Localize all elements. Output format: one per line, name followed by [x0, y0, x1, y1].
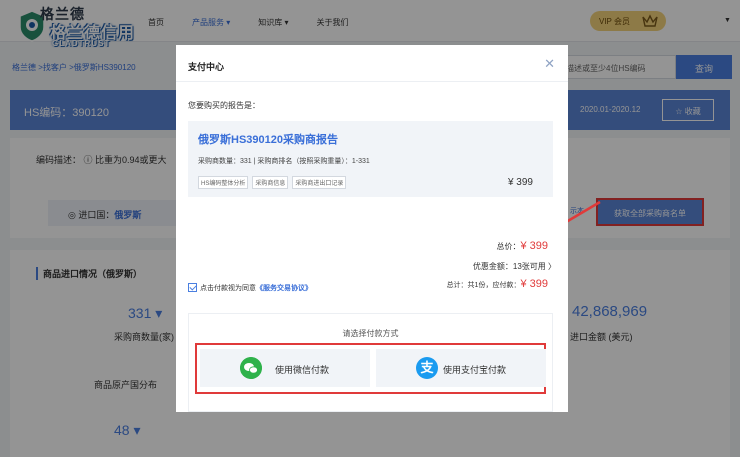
agreement-text: 点击付款视为同意 [200, 285, 256, 292]
report-tag: 采购商进出口记录 [292, 176, 347, 189]
payable-summary: 总计：共1份，应付款：¥ 399 [446, 278, 548, 290]
wechat-pay-button[interactable]: 使用微信付款 [200, 349, 370, 387]
service-agreement-link[interactable]: 《服务交易协议》 [256, 285, 312, 292]
checkbox-icon[interactable] [188, 283, 197, 292]
payment-method-prompt: 请选择付款方式 [342, 329, 399, 338]
alipay-icon: 支 [416, 357, 438, 379]
report-tag: HS编码整体分析 [198, 176, 249, 189]
close-icon[interactable]: ✕ [544, 56, 555, 72]
divider [176, 81, 568, 82]
report-tag: 采购商信息 [252, 176, 289, 189]
alipay-label: 使用支付宝付款 [443, 365, 507, 375]
payment-method-box: 请选择付款方式 使用微信付款 支 使用支付宝付款 [188, 313, 553, 412]
agreement-checkbox[interactable]: 点击付款视为同意《服务交易协议》 [188, 283, 312, 293]
report-tags: HS编码整体分析 采购商信息 采购商进出口记录 [198, 176, 347, 189]
coupon-discount[interactable]: 优惠金额：13张可用 〉 [473, 261, 556, 272]
purchase-prompt: 您要购买的报告是： [188, 101, 260, 110]
report-card: 俄罗斯HS390120采购商报告 采购商数量：331 | 采购商排名（按照采购重… [188, 121, 553, 197]
total-price: 总价：¥ 399 [496, 240, 548, 252]
wechat-pay-label: 使用微信付款 [275, 365, 330, 375]
wechat-icon [240, 357, 262, 379]
payment-highlight: 使用微信付款 支 使用支付宝付款 [195, 343, 546, 394]
report-title: 俄罗斯HS390120采购商报告 [198, 134, 338, 146]
alipay-button[interactable]: 支 使用支付宝付款 [376, 349, 546, 387]
report-price: ¥ 399 [507, 177, 533, 188]
payment-modal: 支付中心 ✕ 您要购买的报告是： 俄罗斯HS390120采购商报告 采购商数量：… [176, 45, 568, 412]
modal-title: 支付中心 [188, 62, 225, 72]
report-meta: 采购商数量：331 | 采购商排名（按照采购重量）：1-331 [198, 158, 370, 165]
